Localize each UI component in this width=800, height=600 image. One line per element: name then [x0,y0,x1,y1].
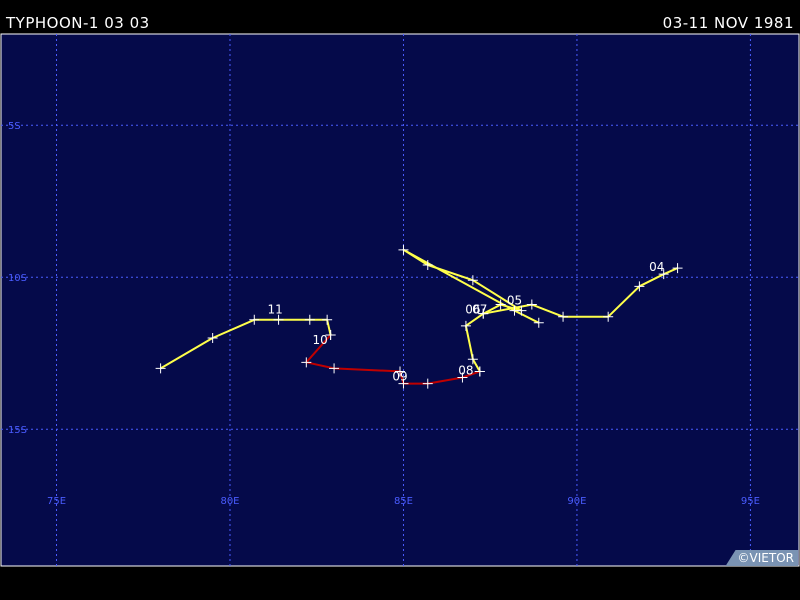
track-map: 75E 80E 85E 90E 95E5S10S15S0405060708091011 [0,33,800,567]
ocean-area [0,33,800,567]
latitude-label: 15S [8,425,27,436]
storm-title: TYPHOON-1 03 03 [6,14,150,32]
latitude-label: 5S [8,121,21,132]
longitude-label: 85E [394,496,413,507]
longitude-label: 80E [220,496,239,507]
day-label: 10 [313,333,328,347]
longitude-label: 95E [741,496,760,507]
latitude-label: 10S [8,273,27,284]
day-label: 09 [392,370,407,384]
date-range: 03-11 NOV 1981 [662,14,794,32]
day-label: 08 [458,363,473,377]
day-label: 07 [472,303,487,317]
day-label: 05 [507,294,522,308]
longitude-label: 75E [47,496,66,507]
day-label: 04 [649,260,664,274]
credit-badge: ©VIETOR [725,550,798,566]
longitude-label: 90E [567,496,586,507]
day-label: 11 [267,303,282,317]
